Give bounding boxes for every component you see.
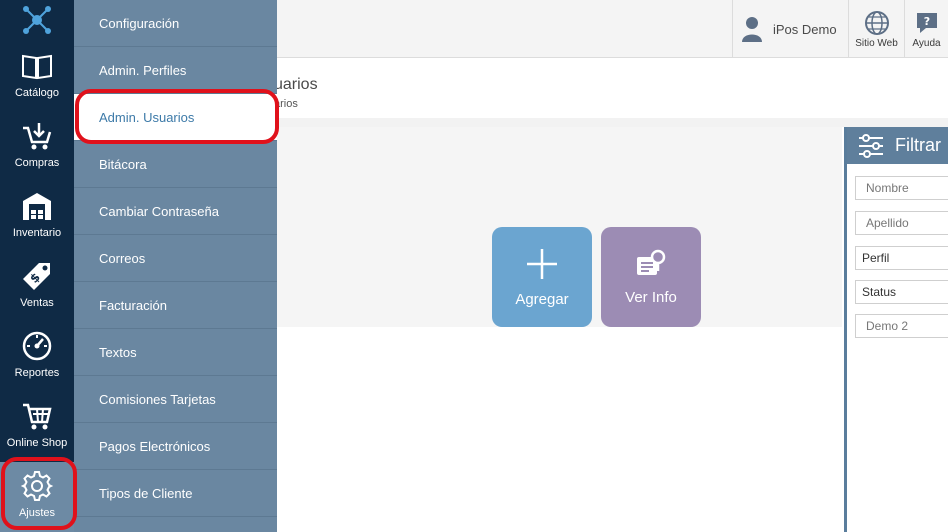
- menu-item-cambiar-contrasena[interactable]: Cambiar Contraseña: [74, 188, 277, 235]
- website-label: Sitio Web: [855, 37, 898, 49]
- user-menu[interactable]: iPos Demo: [732, 0, 848, 58]
- menu-item-admin-usuarios[interactable]: Admin. Usuarios: [74, 94, 277, 141]
- menu-item-facturacion[interactable]: Facturación: [74, 282, 277, 329]
- cart-download-icon: [23, 123, 52, 150]
- sidebar-item-catalogo[interactable]: Catálogo: [0, 42, 74, 112]
- sidebar-item-reportes[interactable]: Reportes: [0, 322, 74, 392]
- sidebar-item-ajustes[interactable]: Ajustes: [0, 462, 74, 532]
- gear-icon: [20, 471, 54, 501]
- sidebar-item-label: Online Shop: [6, 437, 68, 449]
- price-tag-icon: $: [23, 263, 50, 290]
- profile-filter-select[interactable]: Perfil: [855, 246, 948, 270]
- website-button[interactable]: Sitio Web: [848, 0, 904, 58]
- company-filter-input[interactable]: Demo 2: [855, 314, 948, 338]
- network-logo-icon: [23, 6, 51, 34]
- sidebar-item-label: Catálogo: [14, 87, 60, 99]
- name-filter-input[interactable]: Nombre: [855, 176, 948, 200]
- book-icon: [22, 54, 52, 80]
- filter-panel: Filtrar Nombre Apellido Perfil Status De…: [844, 127, 948, 532]
- sidebar-item-label: Ajustes: [18, 507, 56, 519]
- menu-item-pagos-electronicos[interactable]: Pagos Electrónicos: [74, 423, 277, 470]
- sidebar-item-label: Reportes: [14, 367, 60, 379]
- settings-flyout-menu: Configuración Admin. Perfiles Admin. Usu…: [74, 0, 277, 532]
- user-icon: [742, 17, 762, 42]
- menu-item-tipos-de-cliente[interactable]: Tipos de Cliente: [74, 470, 277, 517]
- plus-icon: [527, 248, 557, 279]
- help-icon: ?: [916, 12, 937, 33]
- breadcrumb: arios: [274, 98, 298, 110]
- page-title: uarios: [274, 76, 318, 93]
- menu-item-bitacora[interactable]: Bitácora: [74, 141, 277, 188]
- globe-icon: [864, 10, 889, 35]
- help-button[interactable]: ? Ayuda: [904, 0, 948, 58]
- shopping-cart-icon: [23, 403, 52, 430]
- sidebar-item-compras[interactable]: Compras: [0, 112, 74, 182]
- sidebar-item-label: Ventas: [20, 297, 54, 309]
- svg-text:?: ?: [923, 15, 929, 28]
- sidebar-item-online-shop[interactable]: Online Shop: [0, 392, 74, 462]
- sidebar-item-ventas[interactable]: $ Ventas: [0, 252, 74, 322]
- main-sidebar: Catálogo Compras Inventario $ Ventas Rep…: [0, 0, 74, 532]
- menu-item-admin-perfiles[interactable]: Admin. Perfiles: [74, 47, 277, 94]
- help-label: Ayuda: [912, 37, 941, 49]
- sidebar-item-label: Inventario: [12, 227, 62, 239]
- sidebar-logo[interactable]: [0, 0, 74, 42]
- view-info-label: Ver Info: [625, 288, 677, 306]
- view-info-button[interactable]: Ver Info: [601, 227, 701, 327]
- gauge-icon: [22, 331, 52, 361]
- warehouse-icon: [23, 193, 51, 220]
- user-name: iPos Demo: [773, 21, 837, 37]
- menu-item-correos[interactable]: Correos: [74, 235, 277, 282]
- sliders-icon: [859, 133, 883, 158]
- menu-item-textos[interactable]: Textos: [74, 329, 277, 376]
- document-search-icon: [637, 249, 666, 275]
- add-button[interactable]: Agregar: [492, 227, 592, 327]
- menu-item-comisiones-tarjetas[interactable]: Comisiones Tarjetas: [74, 376, 277, 423]
- menu-item-configuracion[interactable]: Configuración: [74, 0, 277, 47]
- status-filter-select[interactable]: Status: [855, 280, 948, 304]
- sidebar-item-inventario[interactable]: Inventario: [0, 182, 74, 252]
- sidebar-item-label: Compras: [14, 157, 60, 169]
- lastname-filter-input[interactable]: Apellido: [855, 211, 948, 235]
- add-button-label: Agregar: [515, 290, 569, 308]
- filter-header: Filtrar: [847, 127, 948, 164]
- filter-title: Filtrar: [895, 135, 941, 155]
